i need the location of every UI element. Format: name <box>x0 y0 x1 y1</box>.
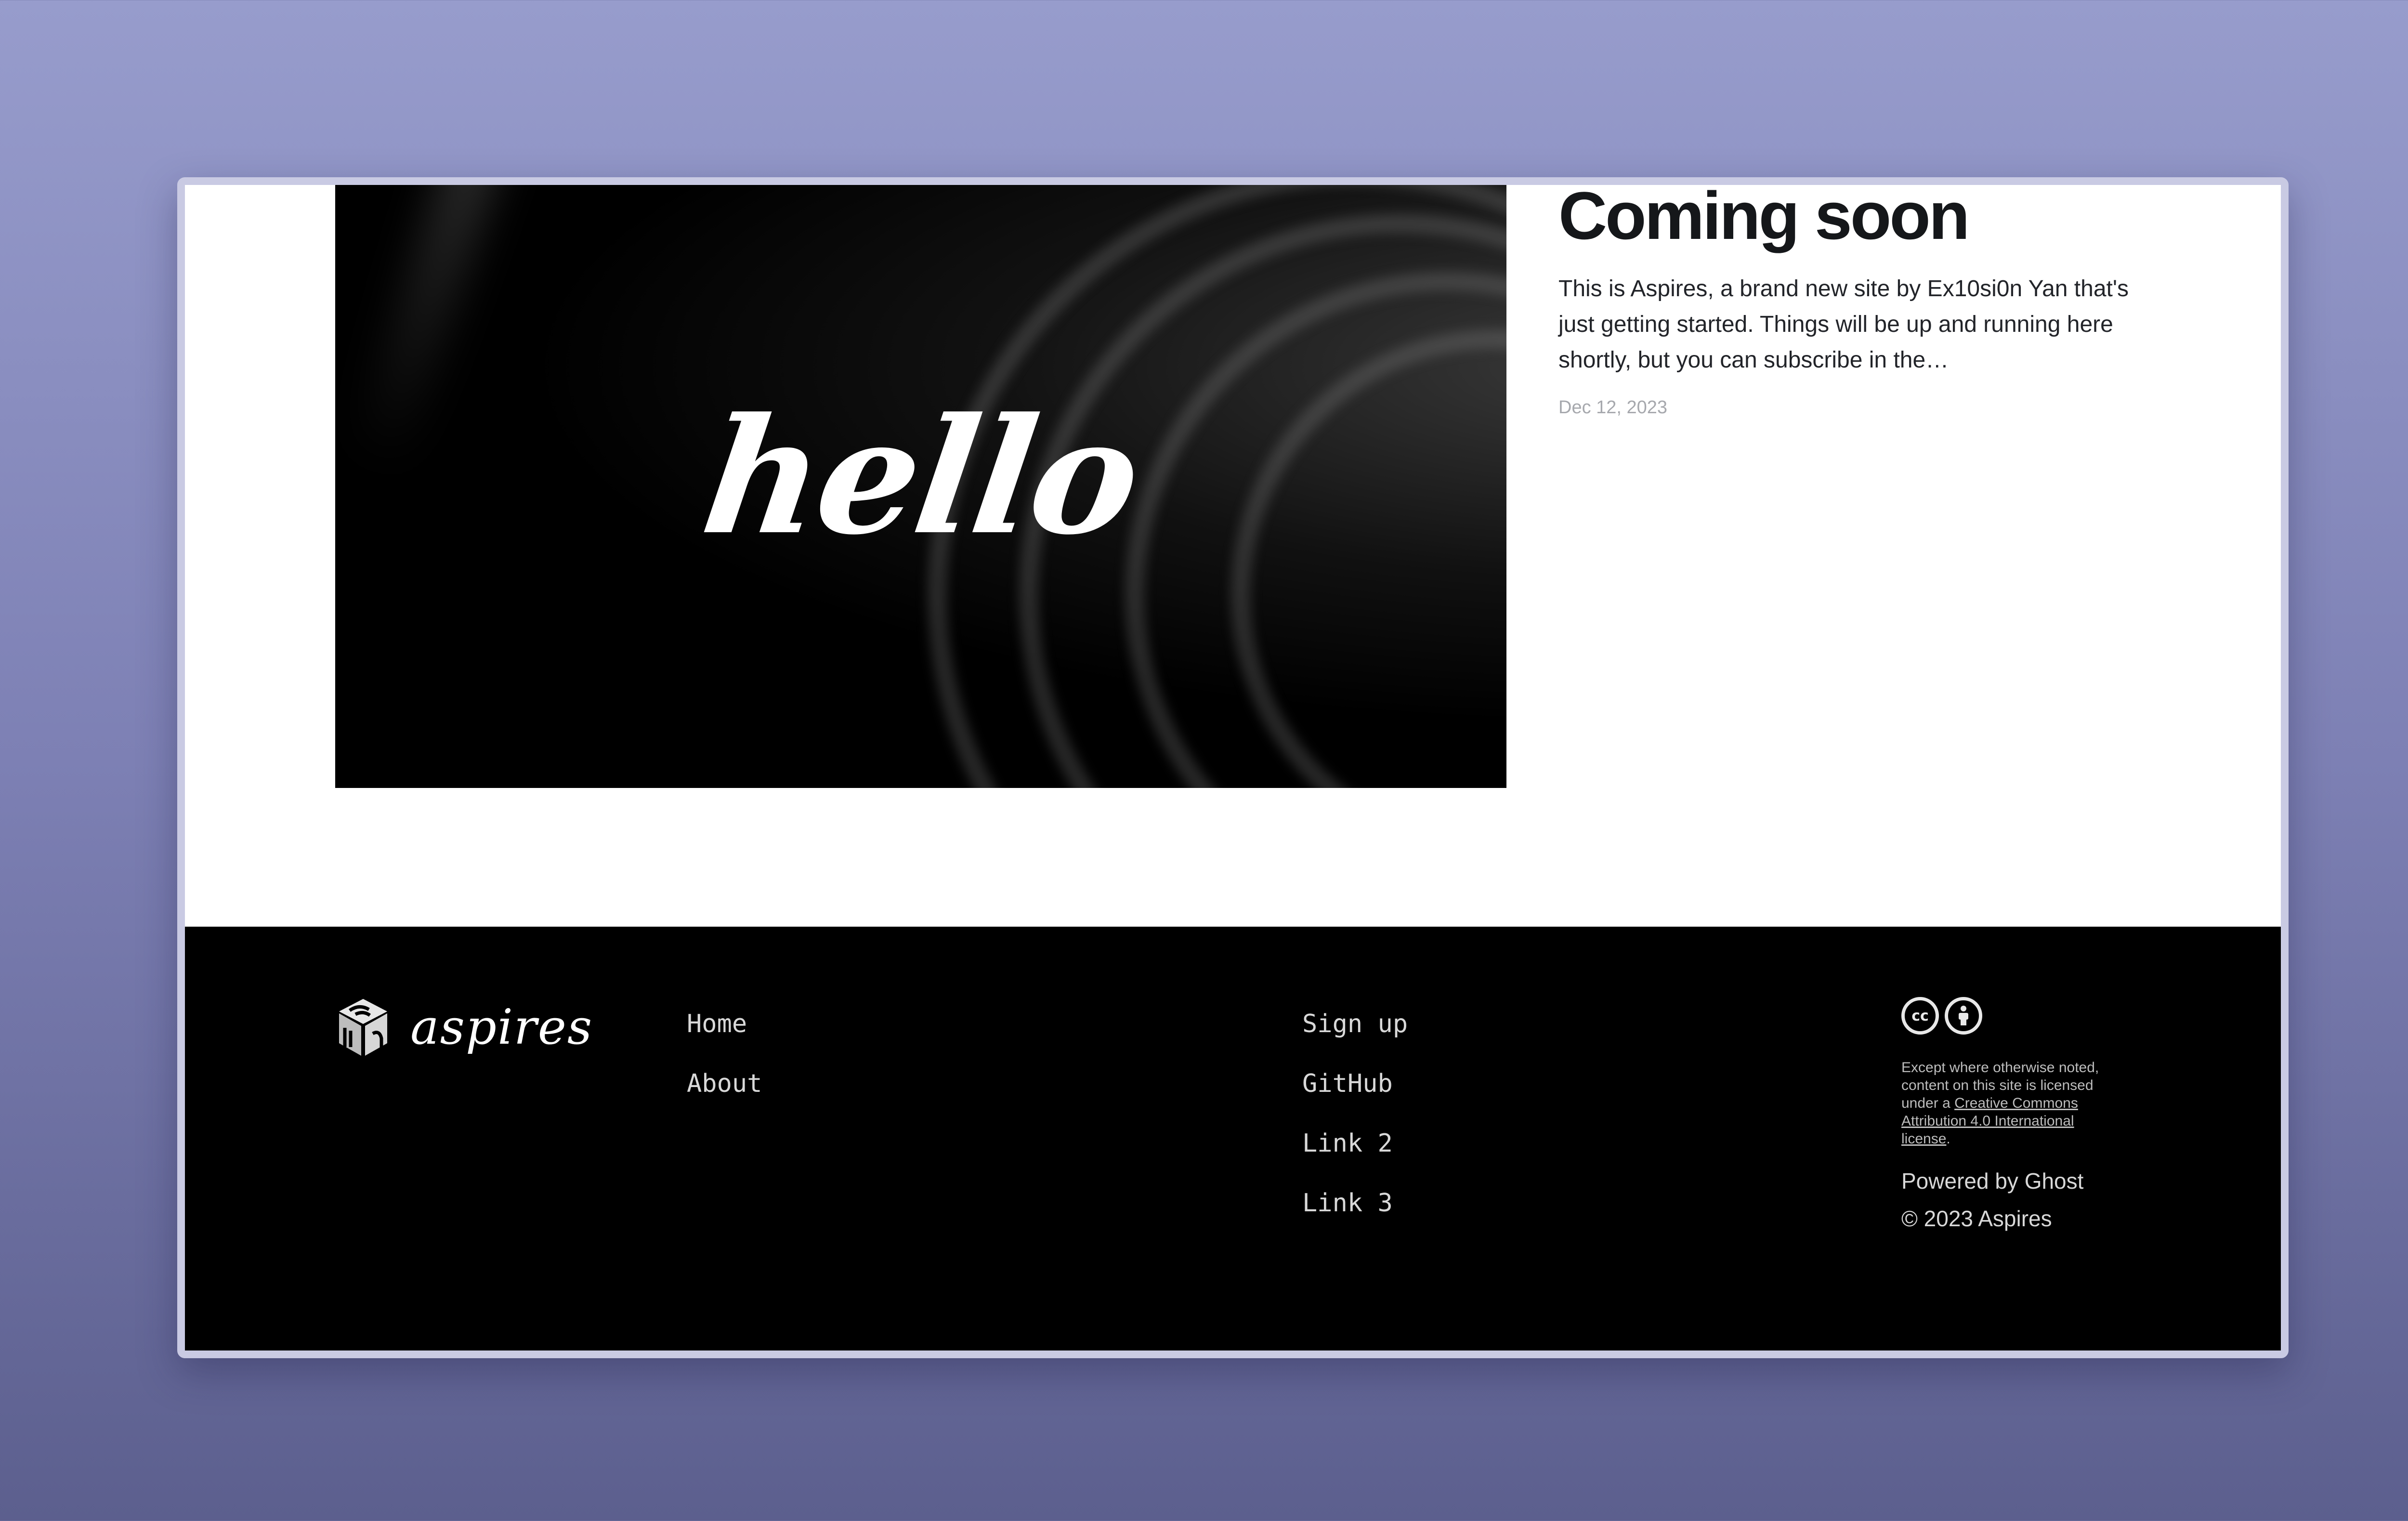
person-icon <box>1959 1006 1968 1025</box>
footer-link-home[interactable]: Home <box>687 1009 762 1068</box>
aspires-logo-icon <box>339 999 387 1056</box>
browser-window: hello Coming soon This is Aspires, a bra… <box>177 177 2289 1358</box>
license-text: Except where otherwise noted, content on… <box>1901 1059 2123 1148</box>
cc-icon: cc <box>1901 997 1939 1035</box>
footer-link-github[interactable]: GitHub <box>1302 1068 1408 1128</box>
footer-link-signup[interactable]: Sign up <box>1302 1009 1408 1068</box>
attribution-icon <box>1945 997 1982 1035</box>
brand-name: aspires <box>410 999 593 1055</box>
footer-link-3[interactable]: Link 3 <box>1302 1188 1408 1247</box>
post-excerpt: This is Aspires, a brand new site by Ex1… <box>1558 276 2129 373</box>
post-date: Dec 12, 2023 <box>1558 397 1668 418</box>
post-feature-image[interactable]: hello <box>335 185 1506 788</box>
main-content: hello Coming soon This is Aspires, a bra… <box>185 185 2281 927</box>
site-footer: aspires Home About Sign up GitHub Link 2… <box>185 927 2281 1351</box>
license-suffix: . <box>1946 1131 1950 1147</box>
footer-legal: cc Except where otherwise noted, content… <box>1901 997 2123 1237</box>
post-title[interactable]: Coming soon <box>1558 185 2136 251</box>
cc-badges: cc <box>1901 997 2123 1035</box>
footer-link-about[interactable]: About <box>687 1068 762 1128</box>
footer-brand[interactable]: aspires <box>335 997 593 1058</box>
copyright: © 2023 Aspires <box>1901 1206 2052 1231</box>
footer-link-2[interactable]: Link 2 <box>1302 1128 1408 1188</box>
powered-by-ghost[interactable]: Powered by Ghost <box>1901 1162 2123 1200</box>
footer-nav-secondary: Sign up GitHub Link 2 Link 3 <box>1302 1009 1408 1247</box>
footer-nav-primary: Home About <box>687 1009 762 1128</box>
post-card: Coming soon This is Aspires, a brand new… <box>1558 185 2136 418</box>
hero-hello-text: hello <box>693 383 1149 570</box>
